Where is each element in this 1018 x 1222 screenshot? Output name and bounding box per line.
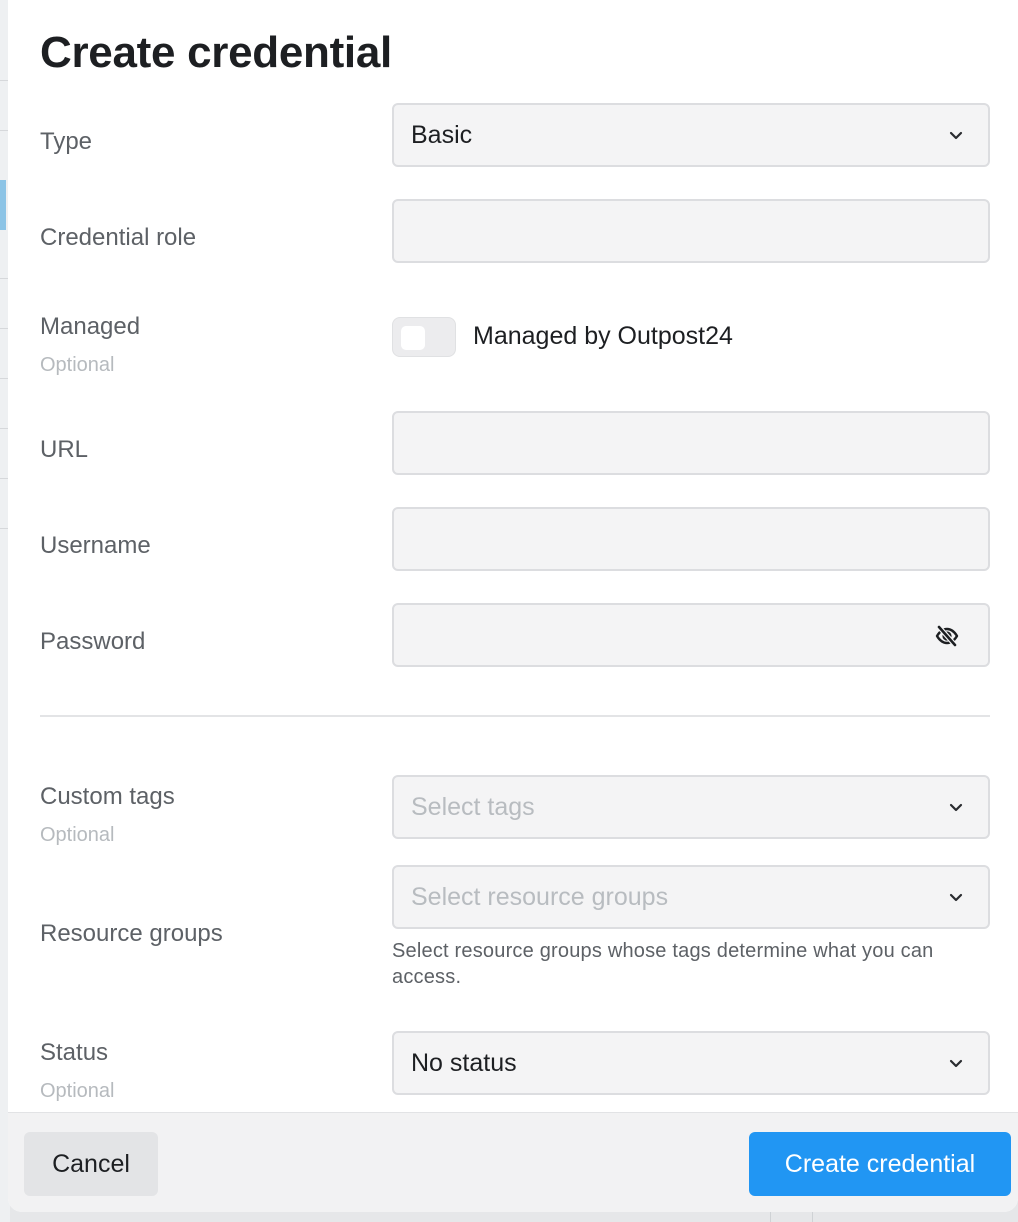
resource-groups-select[interactable]: Select resource groups [392, 865, 990, 929]
toggle-knob [401, 326, 425, 350]
chevron-down-icon [949, 1059, 963, 1068]
custom-tags-optional-hint: Optional [40, 824, 115, 846]
resource-groups-placeholder: Select resource groups [411, 883, 669, 911]
eye-off-icon[interactable] [934, 623, 960, 649]
create-credential-button[interactable]: Create credential [749, 1132, 1011, 1196]
status-select-value: No status [411, 1049, 517, 1077]
url-input[interactable] [392, 411, 990, 475]
chevron-down-icon [949, 131, 963, 140]
custom-tags-label: Custom tags [40, 783, 175, 810]
cancel-button[interactable]: Cancel [24, 1132, 158, 1196]
status-select[interactable]: No status [392, 1031, 990, 1095]
dialog-footer: Cancel Create credential [8, 1112, 1018, 1212]
type-select-value: Basic [411, 121, 473, 149]
type-select[interactable]: Basic [392, 103, 990, 167]
url-label: URL [40, 436, 89, 463]
username-input[interactable] [392, 507, 990, 571]
chevron-down-icon [949, 893, 963, 902]
create-credential-dialog: Create credential Type Basic Credential … [8, 0, 1018, 1212]
background-accent [0, 180, 6, 230]
dialog-title: Create credential [40, 28, 392, 77]
resource-groups-helper-text: Select resource groups whose tags determ… [392, 940, 934, 988]
custom-tags-select[interactable]: Select tags [392, 775, 990, 839]
credential-role-input[interactable] [392, 199, 990, 263]
password-input[interactable] [392, 603, 990, 667]
credential-role-label: Credential role [40, 224, 197, 251]
username-label: Username [40, 532, 151, 559]
managed-toggle[interactable] [392, 317, 456, 357]
chevron-down-icon [949, 803, 963, 812]
managed-optional-hint: Optional [40, 354, 115, 376]
password-label: Password [40, 628, 146, 655]
section-divider [40, 715, 990, 717]
managed-label: Managed [40, 313, 141, 340]
type-label: Type [40, 128, 93, 155]
custom-tags-placeholder: Select tags [411, 793, 535, 821]
status-label: Status [40, 1039, 109, 1066]
status-optional-hint: Optional [40, 1080, 115, 1102]
resource-groups-label: Resource groups [40, 920, 223, 947]
managed-toggle-label[interactable]: Managed by Outpost24 [473, 322, 733, 351]
